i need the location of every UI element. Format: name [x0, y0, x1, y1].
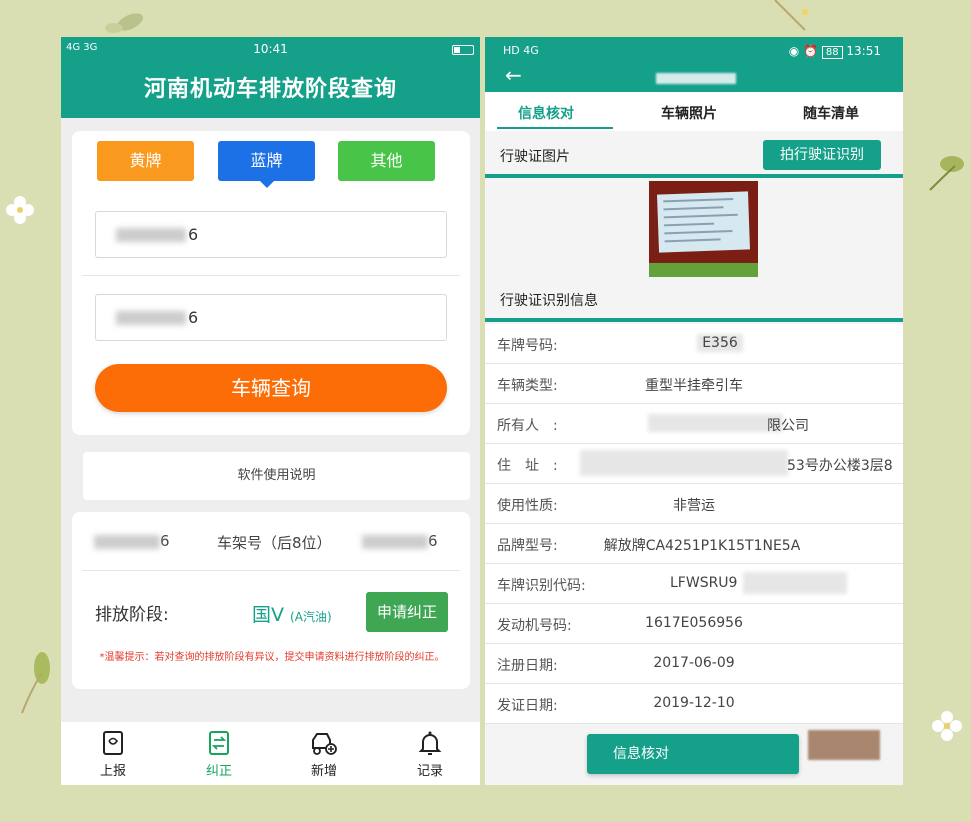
field-register-date: 注册日期: 2017-06-09 [485, 644, 903, 684]
battery-level: 88 [821, 46, 843, 59]
license-fields: 车牌号码: E356 车辆类型: 重型半挂牵引车 所有人 : 限公司 住 址 :53号… [485, 324, 903, 724]
result-vin: 6 [362, 532, 438, 550]
license-info-title: 行驶证识别信息 [500, 293, 598, 309]
field-owner: 所有人 : 限公司 [485, 404, 903, 444]
plate-type-yellow[interactable]: 黄牌 [97, 141, 194, 181]
leaf-decoration-right [929, 156, 964, 191]
left-phone-screen: 4G 3G 10:41 河南机动车排放阶段查询 黄牌 蓝牌 其他 6 6 车辆查… [61, 37, 480, 785]
back-arrow-icon[interactable]: ← [505, 63, 522, 87]
correct-icon [189, 730, 249, 760]
tab-vehicle-photos[interactable]: 车辆照片 [661, 103, 717, 123]
query-card: 黄牌 蓝牌 其他 6 6 车辆查询 [72, 131, 470, 435]
emission-stage-label: 排放阶段: [95, 605, 169, 625]
tab-strip: 信息核对 车辆照片 随车清单 [485, 92, 903, 131]
tab-records[interactable]: 记录 [400, 730, 460, 779]
tab-add[interactable]: 新增 [294, 730, 354, 779]
field-engine-number: 发动机号码: 1617E056956 [485, 604, 903, 644]
license-image-title: 行驶证图片 [500, 149, 570, 165]
result-plate: 6 [94, 532, 170, 550]
field-plate-number: 车牌号码: E356 [485, 324, 903, 364]
redacted-text [116, 228, 186, 242]
redacted-text [116, 311, 186, 325]
help-link[interactable]: 软件使用说明 [83, 452, 470, 500]
plate-number-input[interactable]: 6 [95, 211, 447, 258]
status-time: 13:51 [846, 44, 881, 58]
license-info-section: 行驶证识别信息 [485, 277, 903, 322]
leaf-decoration [105, 13, 144, 33]
branch-decoration [774, 0, 808, 31]
vehicle-query-button[interactable]: 车辆查询 [95, 364, 447, 412]
apply-correction-button[interactable]: 申请纠正 [366, 592, 448, 632]
field-address: 住 址 :53号办公楼3层8 [485, 444, 903, 484]
leaf-decoration-left [21, 652, 50, 714]
tab-correct[interactable]: 纠正 [189, 730, 249, 779]
divider [82, 275, 460, 276]
divider [82, 570, 460, 571]
field-issue-date: 发证日期: 2019-12-10 [485, 684, 903, 724]
emission-stage-value: 国Ⅴ (A汽油) [252, 604, 332, 626]
vin-input[interactable]: 6 [95, 294, 447, 341]
plate-type-other[interactable]: 其他 [338, 141, 435, 181]
field-usage: 使用性质: 非营运 [485, 484, 903, 524]
tab-info-check[interactable]: 信息核对 [518, 103, 574, 123]
ocr-license-button[interactable]: 拍行驶证识别 [763, 140, 881, 170]
add-vehicle-icon [294, 730, 354, 760]
page-title: 河南机动车排放阶段查询 [61, 62, 480, 118]
status-bar: HD 4G ◉ ⏰ 88 13:51 [485, 37, 903, 66]
thumbnail-image[interactable] [808, 730, 880, 760]
license-image-section: 行驶证图片 拍行驶证识别 [485, 132, 903, 178]
field-vehicle-type: 车辆类型: 重型半挂牵引车 [485, 364, 903, 404]
report-icon [83, 730, 143, 760]
warm-tip: *温馨提示：若对查询的排放阶段有异议，提交申请资料进行排放阶段的纠正。 [99, 652, 445, 663]
flower-decoration [6, 196, 34, 224]
bottom-tab-bar: 上报 纠正 新增 记录 [61, 722, 480, 785]
redacted-title [656, 73, 736, 84]
info-verify-button[interactable]: 信息核对 [587, 734, 799, 774]
active-tab-indicator [497, 127, 613, 129]
vin-label: 车架号（后8位） [217, 534, 332, 552]
status-right: ◉ ⏰ 88 13:51 [788, 44, 881, 59]
license-photo[interactable] [649, 181, 758, 277]
result-card: 6 车架号（后8位） 6 排放阶段: 国Ⅴ (A汽油) 申请纠正 *温馨提示：若… [72, 512, 470, 689]
bell-icon [400, 730, 460, 760]
nav-bar: ← [485, 63, 903, 92]
battery-icon [452, 45, 474, 55]
tab-report[interactable]: 上报 [83, 730, 143, 779]
field-vin: 车牌识别代码: LFWSRU9 [485, 564, 903, 604]
right-phone-screen: HD 4G ◉ ⏰ 88 13:51 ← 信息核对 车辆照片 随车清单 行驶证图… [485, 37, 903, 785]
status-time: 10:41 [253, 42, 288, 56]
plate-type-blue[interactable]: 蓝牌 [218, 141, 315, 188]
tab-vehicle-list[interactable]: 随车清单 [803, 103, 859, 123]
flower-decoration-right [932, 711, 962, 741]
status-bar: 4G 3G 10:41 [61, 37, 480, 62]
network-indicator: HD 4G [503, 44, 539, 57]
field-brand-model: 品牌型号: 解放牌CA4251P1K15T1NE5A [485, 524, 903, 564]
